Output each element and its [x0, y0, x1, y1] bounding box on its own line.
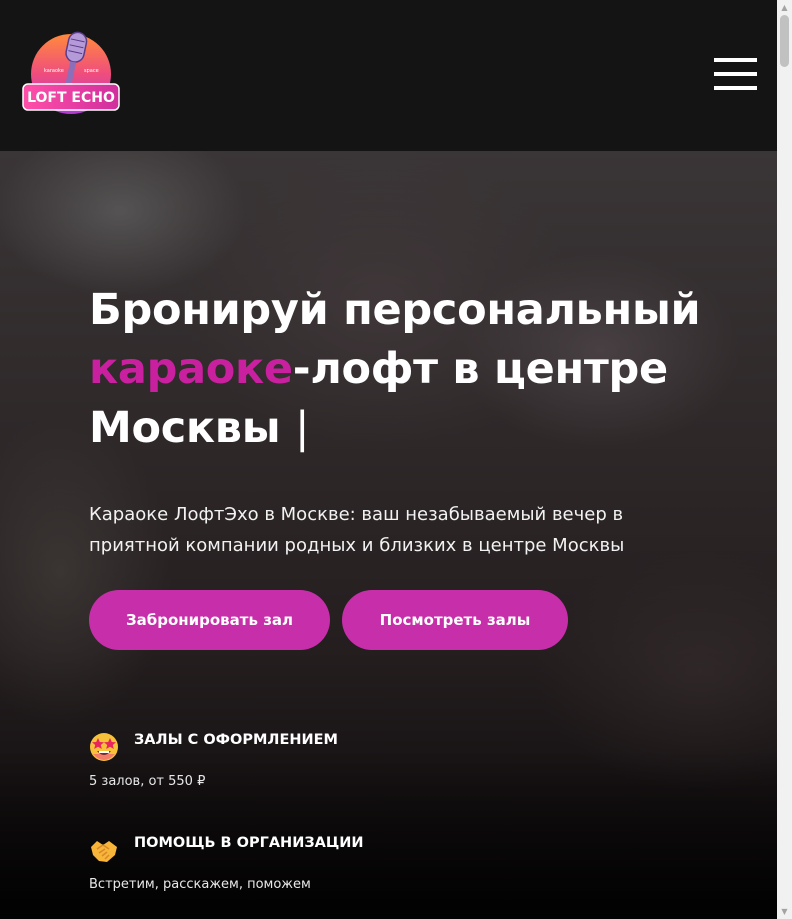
hero-subtitle: Караоке ЛофтЭхо в Москве: ваш незабываем…: [89, 504, 625, 556]
scrollbar-thumb[interactable]: [780, 15, 789, 67]
view-halls-button[interactable]: Посмотреть залы: [342, 590, 568, 650]
feature-description: 5 залов, от 550 ₽: [89, 774, 206, 789]
logo-tagline-right: space: [84, 68, 99, 74]
logo-text: LOFT ECHO: [27, 90, 115, 106]
typing-cursor: |: [294, 403, 310, 453]
loft-echo-logo[interactable]: karaoke space LOFT ECHO: [22, 28, 120, 116]
hero-title-part1: Бронируй персональный: [89, 285, 701, 335]
hero-title-accent: караоке: [89, 344, 293, 394]
site-header: karaoke space LOFT ECHO: [0, 0, 777, 151]
logo-tagline-left: karaoke: [44, 68, 64, 74]
hamburger-menu-icon[interactable]: [714, 58, 757, 90]
hero-section: Бронируй персональный караоке-лофт в цен…: [0, 151, 777, 919]
feature-title: ЗАЛЫ С ОФОРМЛЕНИЕМ: [134, 732, 338, 748]
page-scrollbar[interactable]: ▲ ▼: [777, 0, 792, 919]
handshake-emoji-icon: [91, 841, 117, 862]
star-struck-emoji-icon: [90, 733, 118, 761]
burger-line: [714, 72, 757, 76]
hero-title: Бронируй персональный караоке-лофт в цен…: [89, 281, 709, 458]
burger-line: [714, 58, 757, 62]
feature-title: ПОМОЩЬ В ОРГАНИЗАЦИИ: [134, 835, 364, 851]
book-hall-button[interactable]: Забронировать зал: [89, 590, 330, 650]
burger-line: [714, 86, 757, 90]
scroll-down-arrow-icon[interactable]: ▼: [777, 904, 792, 919]
scroll-up-arrow-icon[interactable]: ▲: [777, 0, 792, 15]
feature-description: Встретим, расскажем, поможем: [89, 877, 311, 892]
